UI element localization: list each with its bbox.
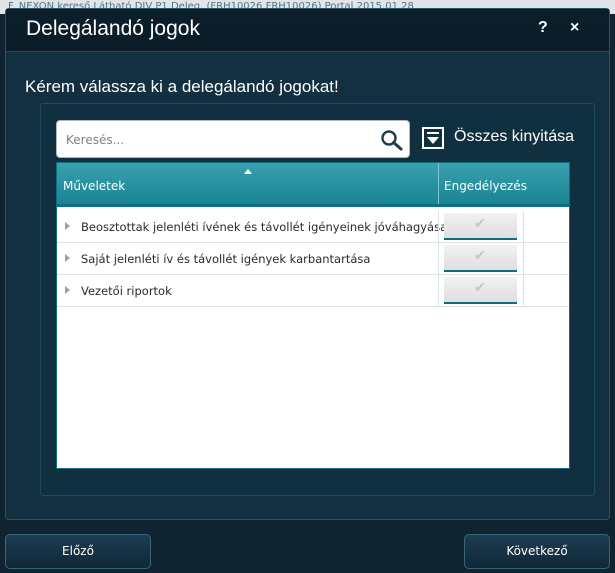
search-icon[interactable]: [380, 129, 404, 151]
table-row[interactable]: Vezetői riportok ✔: [57, 275, 569, 307]
cell-divider: [438, 275, 439, 306]
permission-checkbox[interactable]: ✔: [444, 245, 517, 272]
instruction-text: Kérem válassza ki a delegálandó jogokat!: [25, 77, 339, 96]
expand-row-icon[interactable]: [65, 254, 70, 262]
table-row[interactable]: Beosztottak jelenléti ívének és távollét…: [57, 211, 569, 243]
operation-label: Vezetői riportok: [81, 284, 172, 298]
expand-row-icon[interactable]: [65, 222, 70, 230]
checkmark-icon: ✔: [474, 280, 486, 296]
close-button[interactable]: ×: [570, 19, 579, 37]
table-row[interactable]: Saját jelenléti ív és távollét igények k…: [57, 243, 569, 275]
column-header-operations[interactable]: Műveletek: [63, 179, 125, 193]
previous-button[interactable]: Előző: [5, 534, 151, 569]
search-input[interactable]: [64, 130, 368, 150]
column-header-permission[interactable]: Engedélyezés: [444, 179, 527, 193]
expand-all-button[interactable]: Összes kinyitása: [454, 128, 574, 146]
permissions-grid: Műveletek Engedélyezés Beosztottak jelen…: [56, 162, 570, 469]
cell-divider: [523, 243, 524, 274]
header-divider: [438, 163, 439, 204]
next-button[interactable]: Következő: [464, 534, 610, 569]
search-box: [56, 120, 410, 158]
cell-divider: [523, 275, 524, 306]
cell-divider: [523, 211, 524, 242]
dialog-title: Delegálandó jogok: [26, 17, 200, 40]
cell-divider: [438, 243, 439, 274]
cell-divider: [438, 211, 439, 242]
checkmark-icon: ✔: [474, 216, 486, 232]
grid-header: Műveletek Engedélyezés: [57, 163, 569, 207]
operation-label: Beosztottak jelenléti ívének és távollét…: [81, 220, 448, 234]
permission-checkbox[interactable]: ✔: [444, 277, 517, 304]
sort-ascending-icon: [244, 169, 252, 174]
dialog-titlebar: Delegálandó jogok ? ×: [6, 9, 609, 52]
expand-row-icon[interactable]: [65, 286, 70, 294]
checkmark-icon: ✔: [474, 248, 486, 264]
operation-label: Saját jelenléti ív és távollét igények k…: [81, 252, 371, 266]
permission-checkbox[interactable]: ✔: [444, 213, 517, 240]
expand-all-icon[interactable]: [422, 127, 444, 149]
help-button[interactable]: ?: [538, 19, 548, 37]
